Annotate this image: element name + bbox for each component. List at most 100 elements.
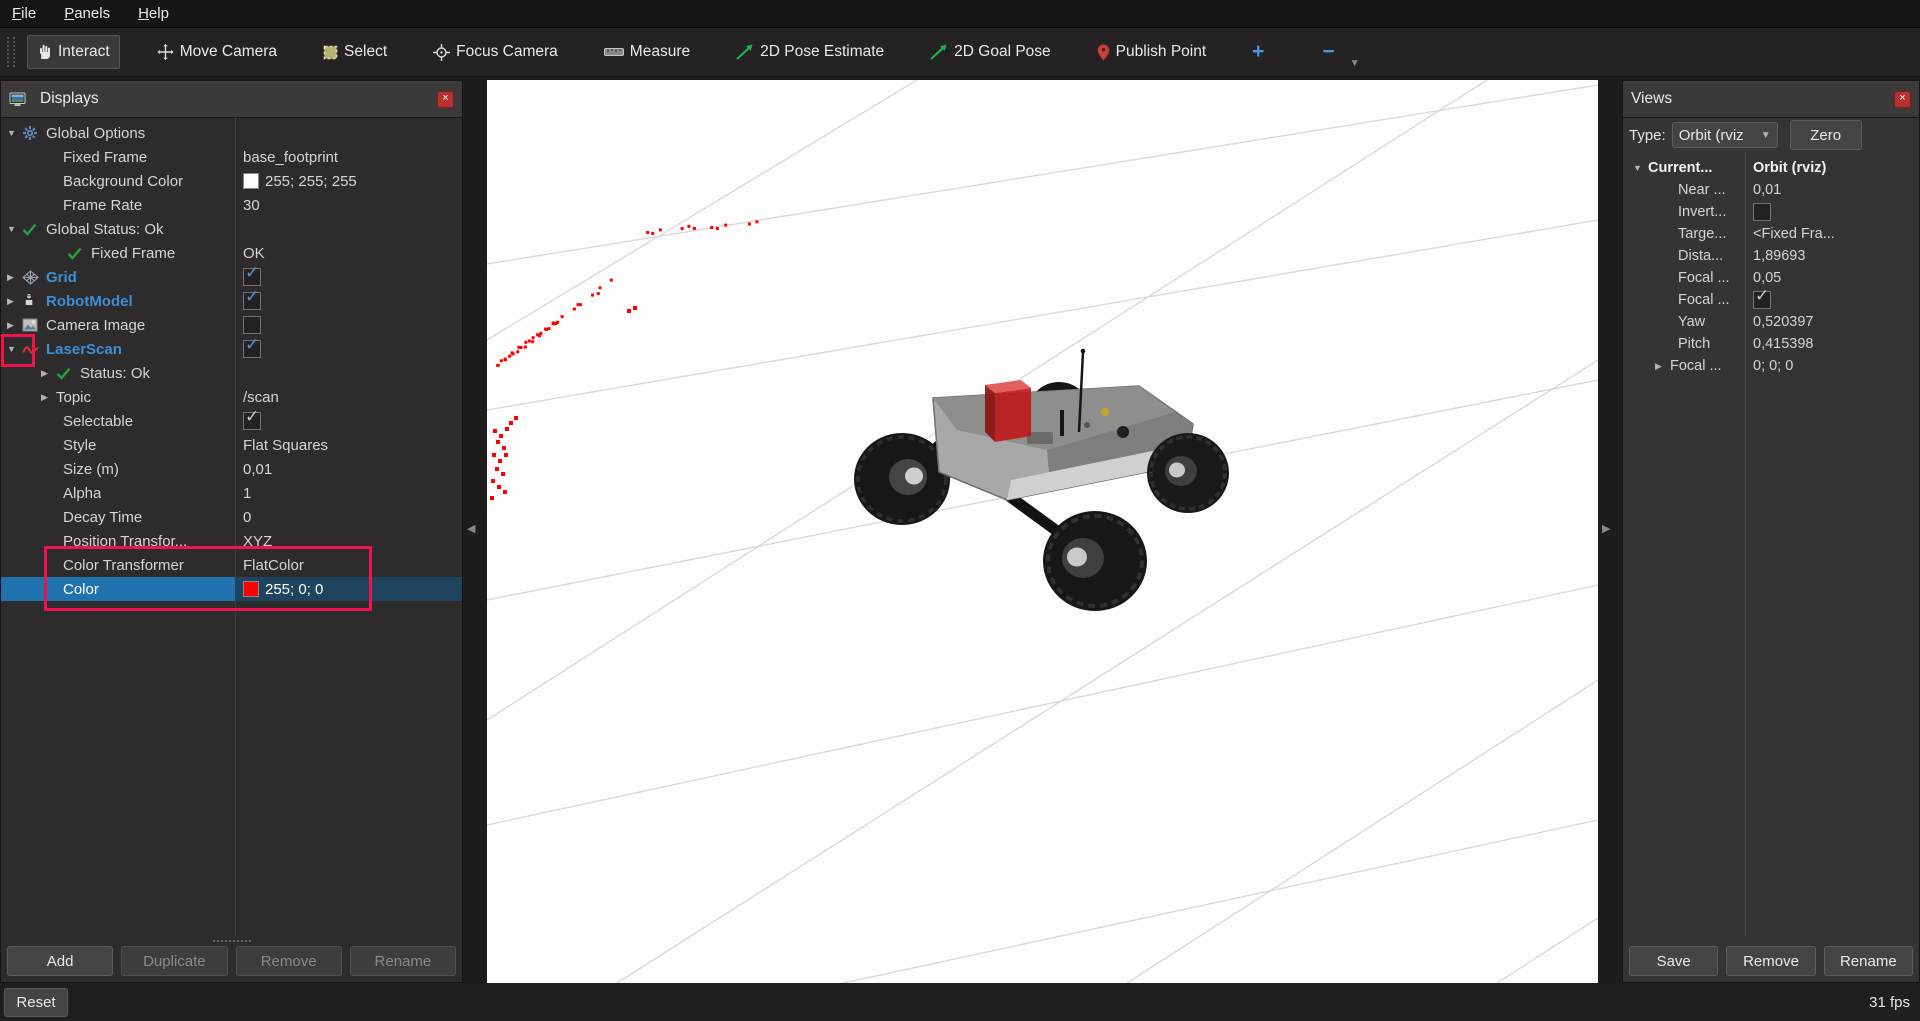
- tree-row-focal[interactable]: Focal ... ✓: [1623, 289, 1919, 311]
- menu-bar: File Panels Help: [0, 0, 1920, 28]
- tree-label: Targe...: [1678, 226, 1726, 242]
- toolbar-grip-handle[interactable]: [7, 37, 15, 67]
- collapse-right-arrow-icon[interactable]: ▶: [1602, 522, 1610, 535]
- move-camera-tool-button[interactable]: Move Camera: [148, 36, 286, 68]
- expand-right-icon[interactable]: ▶: [41, 392, 56, 403]
- tree-label: Global Status: Ok: [46, 221, 164, 238]
- tree-label: Camera Image: [46, 317, 145, 334]
- tree-row-background-color[interactable]: Background Color255; 255; 255: [1, 169, 462, 193]
- tree-label: Near ...: [1678, 182, 1726, 198]
- menu-item-panels[interactable]: Panels: [64, 5, 110, 22]
- 2d-pose-estimate-tool-button[interactable]: 2D Pose Estimate: [727, 36, 893, 68]
- expand-down-icon[interactable]: ▼: [7, 344, 22, 354]
- tree-row-frame-rate[interactable]: Frame Rate30: [1, 193, 462, 217]
- expand-right-icon[interactable]: ▶: [1655, 361, 1670, 372]
- background-color-color-swatch[interactable]: [243, 173, 259, 189]
- fps-counter: 31 fps: [1869, 994, 1910, 1011]
- viewport-3d[interactable]: [487, 80, 1598, 983]
- tree-row-grid[interactable]: ▶Grid✓: [1, 265, 462, 289]
- expand-right-icon[interactable]: ▶: [7, 296, 22, 307]
- tree-row-focal[interactable]: Focal ...0,05: [1623, 267, 1919, 289]
- rename-button[interactable]: Rename: [1824, 946, 1913, 976]
- remove-button[interactable]: Remove: [1726, 946, 1815, 976]
- tree-row-camera-image[interactable]: ▶ Camera Image: [1, 313, 462, 337]
- tree-label: Focal ...: [1678, 292, 1730, 308]
- tree-row-targe[interactable]: Targe...<Fixed Fra...: [1623, 223, 1919, 245]
- select-tool-button[interactable]: Select: [314, 36, 396, 68]
- tree-value: Orbit (rviz): [1753, 160, 1826, 176]
- move-icon: [157, 44, 174, 61]
- measure-tool-button[interactable]: Measure: [595, 36, 699, 68]
- tool-label: 2D Pose Estimate: [760, 43, 884, 61]
- views-close-button[interactable]: ×: [1894, 91, 1911, 108]
- expand-right-icon[interactable]: ▶: [7, 320, 22, 331]
- robotmodel-checkbox[interactable]: ✓: [243, 292, 261, 310]
- tree-value: 255; 0; 0: [265, 581, 323, 598]
- focal-checkbox[interactable]: ✓: [1753, 291, 1771, 309]
- selectable-checkbox[interactable]: ✓: [243, 412, 261, 430]
- tree-row-color[interactable]: Color255; 0; 0: [1, 577, 462, 601]
- expand-down-icon[interactable]: ▼: [7, 128, 22, 138]
- publish-point-tool-button[interactable]: Publish Point: [1088, 36, 1215, 68]
- tree-row-robotmodel[interactable]: ▶RobotModel✓: [1, 289, 462, 313]
- expand-down-icon[interactable]: ▼: [1633, 163, 1648, 173]
- expand-right-icon[interactable]: ▶: [41, 368, 56, 379]
- camera-image-checkbox[interactable]: [243, 316, 261, 334]
- menu-item-help[interactable]: Help: [138, 5, 169, 22]
- displays-dock-handle[interactable]: [213, 940, 251, 942]
- tree-row-global-status-ok[interactable]: ▼ Global Status: Ok: [1, 217, 462, 241]
- tree-row-pitch[interactable]: Pitch0,415398: [1623, 333, 1919, 355]
- tree-row-focal[interactable]: ▶Focal ...0; 0; 0: [1623, 355, 1919, 377]
- invert-checkbox[interactable]: [1753, 203, 1771, 221]
- check-mark-icon: ✓: [245, 289, 259, 307]
- laserscan-checkbox[interactable]: ✓: [243, 340, 261, 358]
- tree-row-size-m[interactable]: Size (m)0,01: [1, 457, 462, 481]
- tree-row-selectable[interactable]: Selectable✓: [1, 409, 462, 433]
- tree-label: Focal ...: [1670, 358, 1722, 374]
- expand-down-icon[interactable]: ▼: [7, 224, 22, 234]
- tree-row-near[interactable]: Near ...0,01: [1623, 179, 1919, 201]
- left-splitter[interactable]: ◀: [463, 80, 487, 983]
- minus-tool-button[interactable]: −▼: [1313, 33, 1343, 71]
- tree-label: Style: [63, 437, 96, 454]
- tree-row-invert[interactable]: Invert...: [1623, 201, 1919, 223]
- displays-close-button[interactable]: ×: [437, 91, 454, 108]
- grid-checkbox[interactable]: ✓: [243, 268, 261, 286]
- tree-label: Frame Rate: [63, 197, 142, 214]
- reset-button[interactable]: Reset: [4, 988, 68, 1017]
- add-button[interactable]: Add: [7, 946, 113, 976]
- tree-row-fixed-frame[interactable]: Fixed Framebase_footprint: [1, 145, 462, 169]
- plus-tool-button[interactable]: +: [1243, 33, 1273, 71]
- save-button[interactable]: Save: [1629, 946, 1718, 976]
- tree-value: XYZ: [243, 533, 272, 550]
- tree-row-fixed-frame[interactable]: Fixed FrameOK: [1, 241, 462, 265]
- menu-item-file[interactable]: File: [12, 5, 36, 22]
- tree-row-global-options[interactable]: ▼Global Options: [1, 121, 462, 145]
- tree-row-laserscan[interactable]: ▼LaserScan✓: [1, 337, 462, 361]
- displays-icon: [9, 92, 29, 107]
- 2d-goal-pose-tool-button[interactable]: 2D Goal Pose: [921, 36, 1060, 68]
- tree-row-dista[interactable]: Dista...1,89693: [1623, 245, 1919, 267]
- right-splitter[interactable]: ▶: [1598, 80, 1622, 983]
- tree-label: Fixed Frame: [91, 245, 175, 262]
- collapse-left-arrow-icon[interactable]: ◀: [467, 522, 475, 535]
- tree-row-current[interactable]: ▼Current...Orbit (rviz): [1623, 157, 1919, 179]
- tree-row-status-ok[interactable]: ▶Status: Ok: [1, 361, 462, 385]
- duplicate-button: Duplicate: [121, 946, 227, 976]
- tree-row-decay-time[interactable]: Decay Time0: [1, 505, 462, 529]
- interact-tool-button[interactable]: Interact: [27, 35, 120, 69]
- check-icon: [56, 367, 76, 380]
- tree-row-style[interactable]: StyleFlat Squares: [1, 433, 462, 457]
- dropdown-caret-icon[interactable]: ▼: [1350, 58, 1360, 69]
- tree-value: 1,89693: [1753, 248, 1805, 264]
- tree-row-yaw[interactable]: Yaw0,520397: [1623, 311, 1919, 333]
- tree-row-alpha[interactable]: Alpha1: [1, 481, 462, 505]
- focus-camera-tool-button[interactable]: Focus Camera: [424, 36, 567, 68]
- tree-row-color-transformer[interactable]: Color TransformerFlatColor: [1, 553, 462, 577]
- tree-row-topic[interactable]: ▶Topic/scan: [1, 385, 462, 409]
- color-color-swatch[interactable]: [243, 581, 259, 597]
- view-type-select[interactable]: Orbit (rviz ▼: [1672, 122, 1778, 148]
- expand-right-icon[interactable]: ▶: [7, 272, 22, 283]
- zero-button[interactable]: Zero: [1790, 120, 1862, 150]
- tree-row-position-transfor[interactable]: Position Transfor...XYZ: [1, 529, 462, 553]
